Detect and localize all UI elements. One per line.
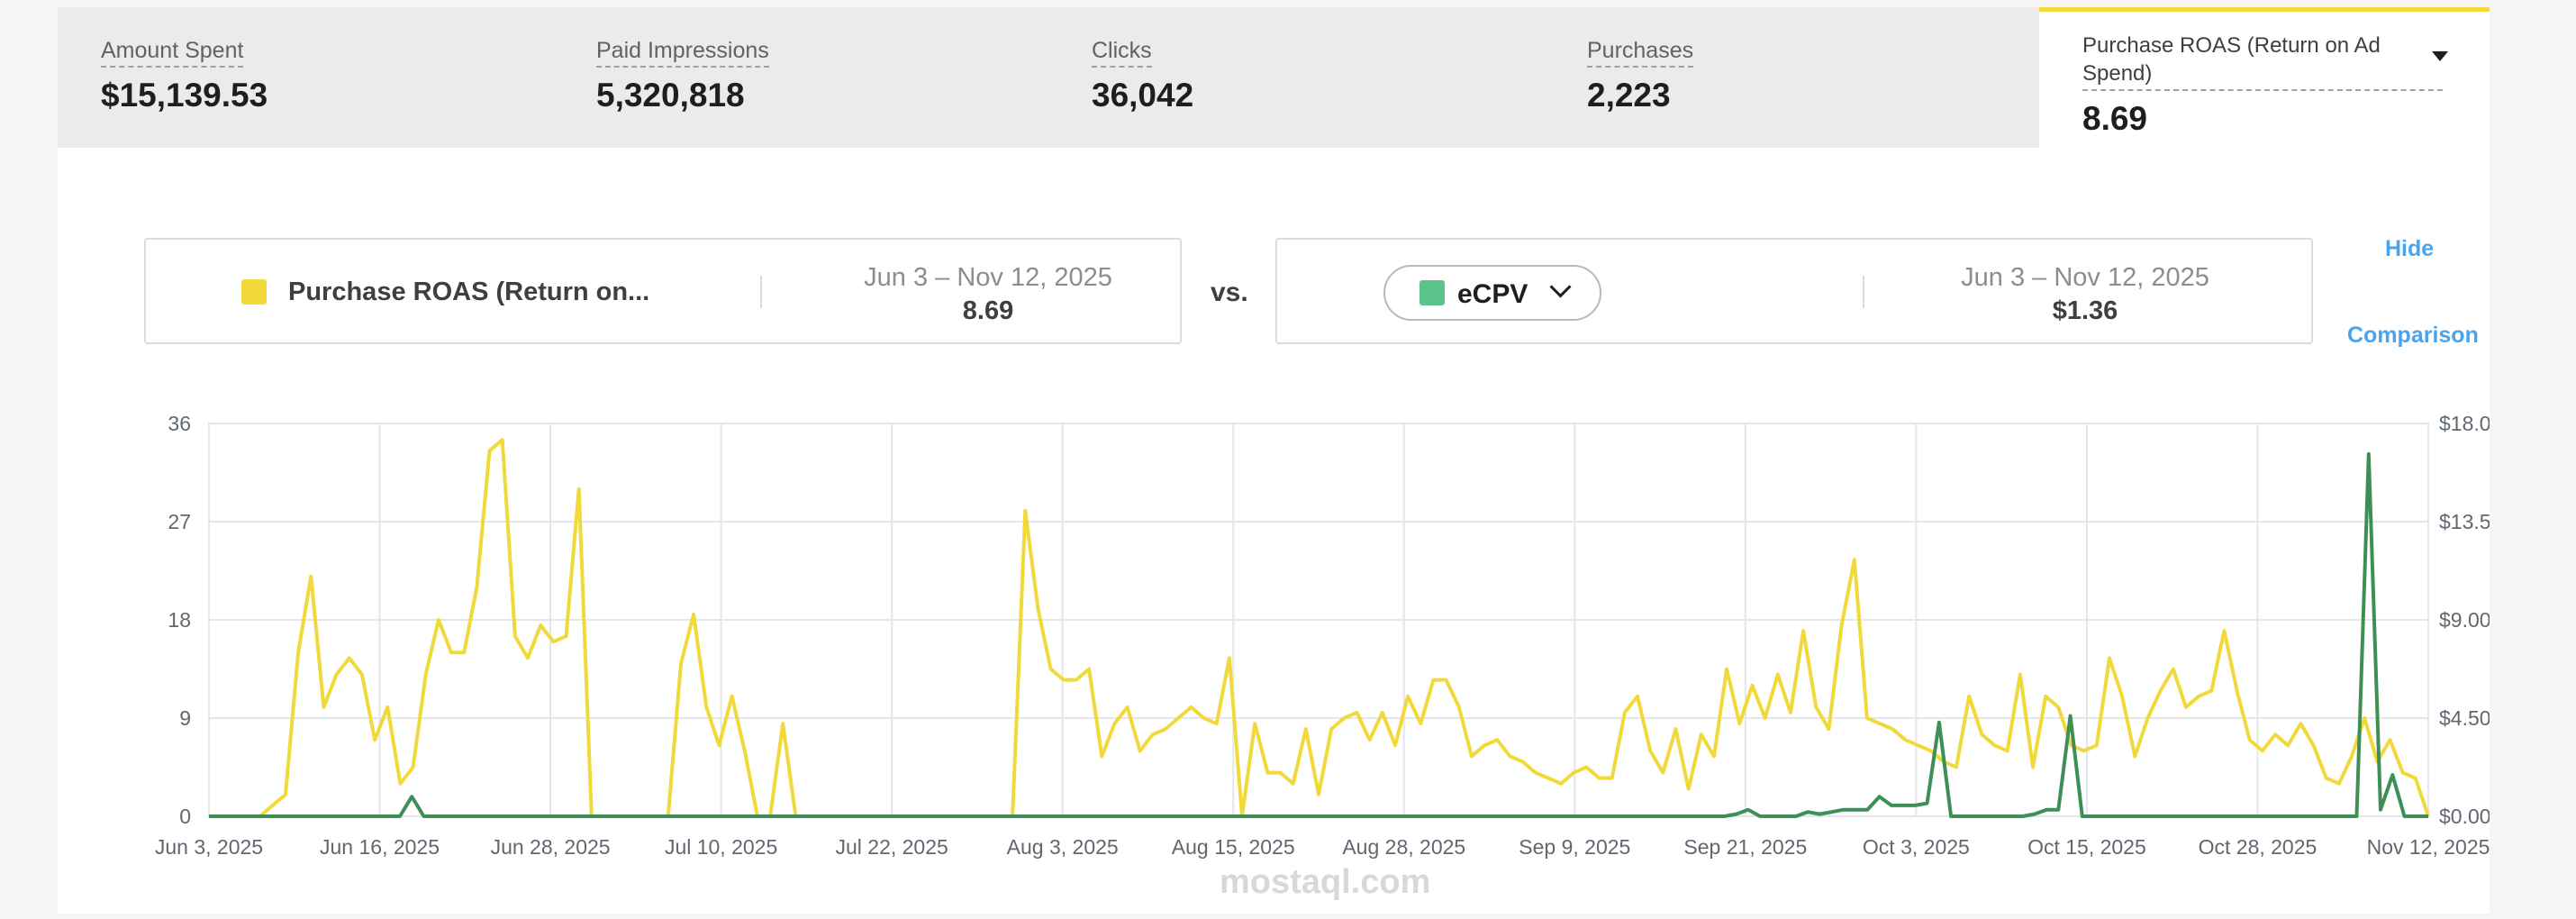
y-left-tick-label: 9 [179,706,191,730]
comparison-metric-dropdown[interactable]: eCPV [1383,265,1601,321]
range-value: 8.69 [962,296,1014,325]
metric-label: Amount Spent [101,38,244,68]
watermark-text: mostaql.com [1220,863,1431,901]
insights-card: Amount Spent $15,139.53 Paid Impressions… [58,7,2490,914]
series-line [209,438,2430,818]
primary-color-swatch [241,279,267,305]
vs-label: vs. [1211,278,1248,307]
x-tick-label: Jun 16, 2025 [320,835,440,859]
chevron-down-icon [1549,276,1572,298]
x-tick-label: Nov 12, 2025 [2367,835,2490,859]
caret-down-icon[interactable] [2432,51,2448,61]
hide-link[interactable]: Hide [2385,236,2434,262]
y-left-tick-label: 27 [168,510,191,533]
metric-clicks[interactable]: Clicks 36,042 [1092,38,1193,114]
comparison-link[interactable]: Comparison [2347,323,2479,349]
series-lines [209,438,2430,818]
comparison-range: Jun 3 – Nov 12, 2025 $1.36 [1927,263,2243,326]
metric-value: 5,320,818 [596,77,745,114]
metric-purchases[interactable]: Purchases 2,223 [1587,38,1694,114]
y-left-tick-label: 0 [179,805,191,828]
y-right-tick-label: $0.00 [2439,805,2490,828]
metric-value: $15,139.53 [101,77,268,114]
x-tick-label: Oct 28, 2025 [2199,835,2317,859]
y-right-tick-label: $4.50 [2439,706,2490,730]
x-tick-label: Oct 3, 2025 [1863,835,1970,859]
metric-paid-impressions[interactable]: Paid Impressions 5,320,818 [596,38,769,114]
line-chart: Jun 3, 2025 Jun 16, 2025 Jun 28, 2025 Jul 1… [155,412,2490,859]
x-tick-label: Oct 15, 2025 [2027,835,2146,859]
x-tick-label: Jun 3, 2025 [155,835,263,859]
x-tick-label: Aug 3, 2025 [1007,835,1119,859]
primary-range: Jun 3 – Nov 12, 2025 8.69 [830,263,1146,326]
metric-value: 36,042 [1092,77,1194,114]
y-right-tick-label: $9.00 [2439,608,2490,632]
y-axis-right: $0.00 $4.50 $9.00 $13.50 $18.00 [2439,412,2490,828]
primary-metric-box: Purchase ROAS (Return on... Jun 3 – Nov … [144,238,1182,344]
metric-value: 8.69 [2082,100,2148,137]
x-tick-label: Sep 9, 2025 [1519,835,1630,859]
metric-label: Purchase ROAS (Return on Ad Spend) [2082,32,2443,91]
y-right-tick-label: $18.00 [2439,412,2490,435]
date-range: Jun 3 – Nov 12, 2025 [1961,263,2209,292]
x-tick-label: Aug 28, 2025 [1342,835,1465,859]
x-tick-label: Jul 22, 2025 [835,835,948,859]
metric-label: Purchases [1587,38,1694,68]
x-axis: Jun 3, 2025 Jun 16, 2025 Jun 28, 2025 Jul 1… [155,835,2490,859]
x-tick-label: Aug 15, 2025 [1172,835,1295,859]
y-axis-left: 0 9 18 27 36 [168,412,191,828]
divider [760,276,762,308]
y-right-tick-label: $13.50 [2439,510,2490,533]
metric-label: Paid Impressions [596,38,769,68]
chart-grid [208,423,2429,817]
date-range: Jun 3 – Nov 12, 2025 [864,263,1112,292]
metric-label: Clicks [1092,38,1152,68]
y-left-tick-label: 18 [168,608,191,632]
range-value: $1.36 [2052,296,2118,325]
x-tick-label: Sep 21, 2025 [1683,835,1807,859]
primary-metric-label: Purchase ROAS (Return on... [288,278,650,306]
divider [1863,276,1864,308]
comparison-metric-box: eCPV Jun 3 – Nov 12, 2025 $1.36 [1275,238,2313,344]
comparison-metric-label: eCPV [1457,279,1528,309]
x-tick-label: Jul 10, 2025 [665,835,777,859]
metric-value: 2,223 [1587,77,1671,114]
metric-amount-spent[interactable]: Amount Spent $15,139.53 [101,38,268,114]
metrics-bar: Amount Spent $15,139.53 Paid Impressions… [58,7,2490,148]
y-left-tick-label: 36 [168,412,191,435]
comparison-color-swatch [1420,280,1445,305]
x-tick-label: Jun 28, 2025 [491,835,611,859]
series-line [209,451,2428,818]
metric-purchase-roas[interactable]: Purchase ROAS (Return on Ad Spend) 8.69 [2039,7,2490,148]
